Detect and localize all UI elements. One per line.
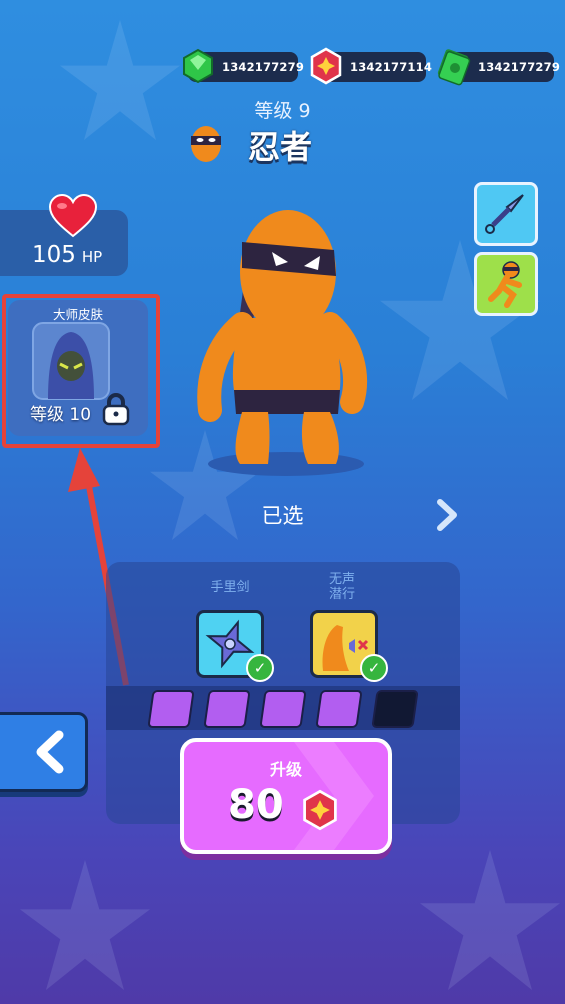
hp-value: 105 HP [32,242,102,268]
check-icon: ✓ [360,654,388,682]
kunai-icon [485,194,524,234]
shuriken-coin-value: 1342177114 [350,60,433,74]
shuriken-coin-icon [303,789,337,831]
progress-segment [259,690,307,728]
selected-status: 已选 [261,504,304,528]
gem-icon [183,48,213,84]
upgrade-label: 升级 [269,760,302,779]
character-level: 等级 9 [254,100,311,122]
character-pose-button[interactable] [474,252,538,316]
ninja-character [197,210,367,476]
progress-segment [147,690,195,728]
ninja-avatar-icon [191,126,221,162]
highlight-box [2,294,160,448]
character-name: 忍者 [248,128,313,166]
check-icon: ✓ [246,654,274,682]
hp-number: 105 [32,242,76,268]
progress-segment [203,690,251,728]
shuriken-coin-counter[interactable]: 1342177114 [310,47,432,85]
skill-label-shuriken: 手里剑 [210,580,250,595]
upgrade-button[interactable]: 升级 80 [180,738,392,854]
cash-value: 1342177279 [478,60,561,74]
progress-segment [315,690,363,728]
cash-counter[interactable]: 1342177279 [437,49,560,86]
chevron-right-icon[interactable] [434,498,462,532]
cash-icon [437,49,471,86]
kunai-weapon-button[interactable] [474,182,538,246]
gem-counter[interactable]: 1342177279 [183,48,304,84]
gem-value: 1342177279 [222,60,305,74]
running-ninja-icon [488,261,522,308]
progress-segment [371,690,419,728]
skill-label-stealth: 无声 潜行 [328,572,355,602]
background-star [420,850,560,990]
back-button[interactable] [0,712,88,792]
background-star [20,860,150,990]
hp-unit: HP [81,248,103,266]
upgrade-cost: 80 [228,782,284,828]
shuriken-coin-icon [310,47,342,85]
chevron-left-icon [36,730,64,774]
heart-icon [48,194,98,238]
